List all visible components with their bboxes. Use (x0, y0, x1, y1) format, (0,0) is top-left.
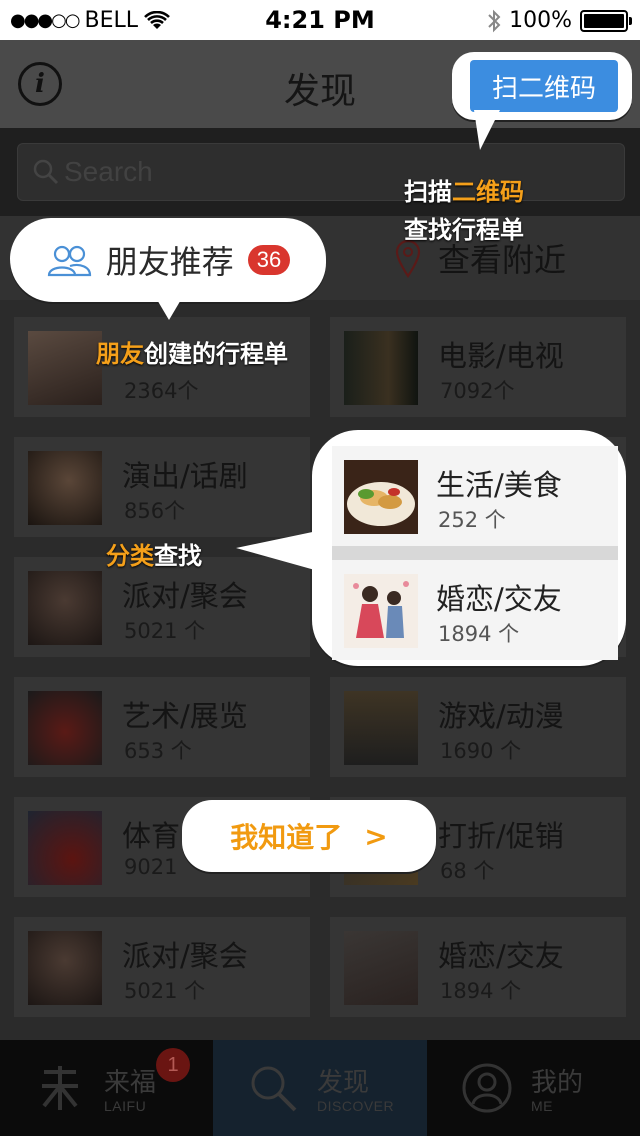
category-count: 1690 个 (440, 739, 522, 763)
tab-bar: 来福 LAIFU 1 发现 DISCOVER 我的 ME (0, 1040, 640, 1136)
notification-badge: 1 (156, 1048, 190, 1082)
category-grid: 2364个 电影/电视 7092个 演出/话剧 856个 生活/美食 252 个… (0, 300, 640, 1040)
friends-annotation: 朋友创建的行程单 (96, 334, 288, 369)
category-count: 7092个 (440, 379, 515, 403)
friends-bubble-tail (156, 298, 182, 320)
friends-tab[interactable]: 朋友推荐 36 (10, 218, 326, 302)
tab-discover[interactable]: 发现 DISCOVER (213, 1040, 427, 1136)
friends-highlight-bubble: 朋友推荐 36 (10, 218, 326, 302)
scan-annotation-a: 扫描 (404, 178, 452, 206)
battery-icon (580, 9, 632, 32)
battery-percent: 100% (509, 8, 572, 33)
category-name: 打折/促销 (438, 819, 564, 853)
category-count: 9021 (124, 855, 178, 879)
category-name: 游戏/动漫 (438, 699, 564, 733)
tab-me[interactable]: 我的 ME (427, 1040, 640, 1136)
scan-annotation-b: 二维码 (452, 178, 524, 206)
tab-sublabel: DISCOVER (317, 1098, 395, 1114)
category-count: 5021 个 (124, 619, 206, 643)
category-count: 856个 (124, 499, 186, 523)
category-thumbnail (28, 571, 102, 645)
chevron-right-icon: > (364, 819, 388, 853)
category-name: 体育 (122, 819, 181, 853)
search-icon (251, 1066, 297, 1112)
friends-icon (47, 245, 91, 277)
category-thumbnail (344, 931, 418, 1005)
laifu-logo-icon (42, 1066, 78, 1110)
category-count: 653 个 (124, 739, 192, 763)
category-card-food[interactable]: 生活/美食 252 个 (332, 446, 618, 546)
dating-thumbnail (344, 574, 418, 648)
scan-qr-button[interactable]: 扫二维码 (470, 60, 618, 112)
category-name: 派对/聚会 (122, 579, 248, 613)
friends-label: 朋友推荐 (105, 243, 234, 281)
category-count: 2364个 (124, 379, 199, 403)
category-name: 派对/聚会 (122, 939, 248, 973)
food-thumbnail (344, 460, 418, 534)
category-highlight-bubble: 生活/美食 252 个 婚恋/交友 1894 个 (312, 430, 626, 666)
category-thumbnail (28, 691, 102, 765)
got-it-button[interactable]: 我知道了 > (182, 800, 436, 872)
scan-bubble-tail (474, 110, 500, 150)
category-count: 68 个 (440, 859, 495, 883)
category-card[interactable]: 婚恋/交友 1894 个 (330, 917, 626, 1017)
category-thumbnail (344, 331, 418, 405)
tab-sublabel: ME (531, 1098, 553, 1114)
category-annotation: 分类查找 (106, 536, 202, 571)
category-count: 1894 个 (440, 979, 522, 1003)
search-field[interactable] (17, 143, 625, 201)
category-name: 艺术/展览 (122, 699, 248, 733)
category-card[interactable]: 电影/电视 7092个 (330, 317, 626, 417)
category-thumbnail (28, 331, 102, 405)
category-name: 演出/话剧 (122, 459, 248, 493)
tab-laifu[interactable]: 来福 LAIFU 1 (0, 1040, 214, 1136)
category-divider (332, 546, 618, 560)
battery-fill (584, 13, 624, 28)
category-annotation-a: 分类 (106, 542, 154, 570)
category-name: 电影/电视 (438, 339, 564, 373)
category-name: 生活/美食 (436, 468, 562, 502)
got-it-label: 我知道了 (230, 821, 343, 854)
category-name: 婚恋/交友 (436, 582, 562, 616)
friends-count-badge: 36 (247, 245, 291, 275)
category-card[interactable]: 游戏/动漫 1690 个 (330, 677, 626, 777)
category-card[interactable]: 派对/聚会 5021 个 (14, 917, 310, 1017)
friends-annotation-a: 朋友 (96, 340, 144, 368)
category-count: 252 个 (438, 508, 506, 532)
tab-label: 发现 (317, 1068, 370, 1098)
category-thumbnail (344, 691, 418, 765)
status-bar: ●●●○○ BELL 4:21 PM 100% (0, 0, 640, 40)
friends-annotation-b: 创建的行程单 (144, 340, 288, 368)
category-thumbnail (28, 811, 102, 885)
category-card[interactable]: 艺术/展览 653 个 (14, 677, 310, 777)
category-annotation-b: 查找 (154, 542, 202, 570)
tab-label: 来福 (104, 1068, 157, 1098)
search-icon (33, 159, 59, 185)
category-card[interactable]: 演出/话剧 856个 (14, 437, 310, 537)
category-count: 1894 个 (438, 622, 520, 646)
scan-annotation-line2: 查找行程单 (404, 216, 524, 244)
category-name: 婚恋/交友 (438, 939, 564, 973)
tab-sublabel: LAIFU (104, 1098, 147, 1114)
category-count: 5021 个 (124, 979, 206, 1003)
search-bar (0, 128, 640, 216)
bluetooth-icon (488, 9, 501, 32)
category-card-dating[interactable]: 婚恋/交友 1894 个 (332, 560, 618, 660)
category-thumbnail (28, 451, 102, 525)
user-avatar-icon (462, 1063, 512, 1113)
tab-label: 我的 (531, 1068, 584, 1098)
category-thumbnail (28, 931, 102, 1005)
scan-annotation: 扫描二维码 (404, 172, 524, 207)
category-bubble-tail (236, 530, 322, 572)
